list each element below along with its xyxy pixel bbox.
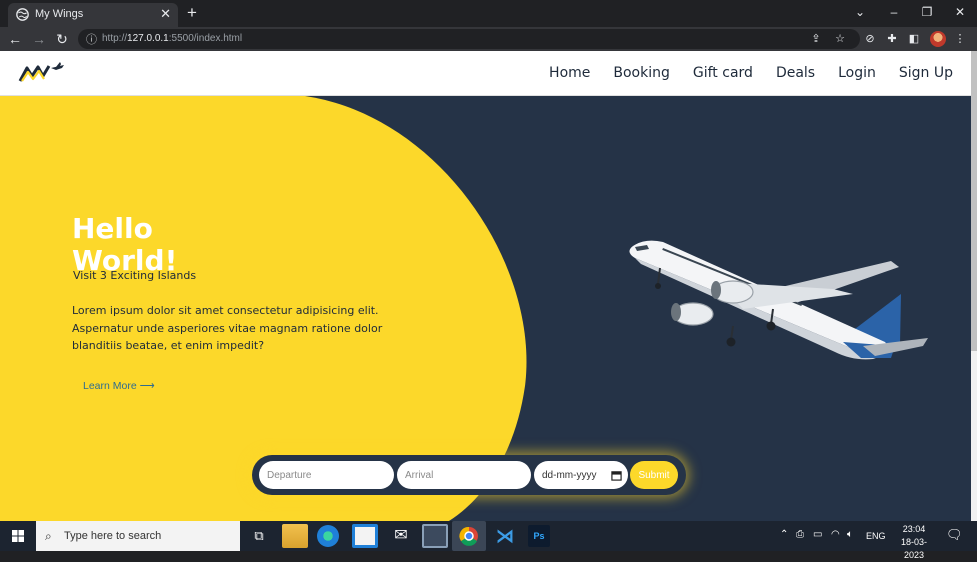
app-window-icon[interactable] (422, 524, 448, 548)
nav-sign-up[interactable]: Sign Up (899, 65, 953, 81)
browser-toolbar: ← → ↻ ⓘ http://127.0.0.1:5500/index.html… (0, 27, 977, 51)
share-icon[interactable]: ⇪ (808, 31, 824, 47)
tray-overflow-chevron-icon[interactable]: ⌃ (780, 529, 788, 540)
reload-icon[interactable]: ↻ (53, 30, 71, 48)
site-header: Home Booking Gift card Deals Login Sign … (0, 51, 971, 96)
edge-browser-icon[interactable] (317, 525, 339, 547)
hero-title: Hello World! (72, 212, 178, 277)
notifications-icon[interactable]: 🗨︎ (946, 527, 963, 543)
clock-time: 23:04 (902, 524, 926, 534)
tab-title: My Wings (35, 8, 84, 20)
flight-search-form: dd-mm-yyyy Submit (252, 455, 686, 495)
learn-more-link[interactable]: Learn More ⟶ (83, 380, 155, 392)
hero-description: Lorem ipsum dolor sit amet consectetur a… (72, 304, 383, 352)
page-viewport: Hello World! Visit 3 Exciting Islands Lo… (0, 51, 977, 521)
site-info-icon[interactable]: ⓘ (86, 31, 97, 47)
meet-now-icon[interactable]: ⎙ (796, 529, 804, 540)
globe-icon (16, 8, 29, 21)
clock-date: 18-03-2023 (900, 537, 927, 560)
volume-icon[interactable]: 🔈︎ (847, 529, 853, 540)
hero-section: Hello World! Visit 3 Exciting Islands Lo… (0, 96, 971, 521)
battery-icon[interactable]: ▭ (813, 529, 822, 540)
browser-tab[interactable]: My Wings ✕ (8, 3, 178, 27)
taskbar-search-text: Type here to search (64, 530, 162, 542)
wifi-icon[interactable]: ◠ (831, 529, 840, 540)
back-arrow-icon[interactable]: ← (6, 30, 24, 48)
taskbar-search[interactable]: ⌕ Type here to search (36, 521, 240, 551)
bookmark-star-icon[interactable]: ☆ (832, 31, 848, 47)
minimize-icon[interactable]: – (879, 3, 909, 21)
extensions-puzzle-icon[interactable]: ✚ (884, 31, 900, 47)
nav-booking[interactable]: Booking (613, 65, 670, 81)
windows-start-icon[interactable] (0, 521, 36, 551)
date-input[interactable]: dd-mm-yyyy (534, 461, 628, 489)
nav-gift-card[interactable]: Gift card (693, 65, 753, 81)
task-view-icon[interactable]: ⧉ (246, 524, 272, 548)
tab-search-chevron-icon[interactable]: ⌄ (845, 3, 875, 21)
submit-button[interactable]: Submit (630, 461, 678, 489)
nav-home[interactable]: Home (549, 65, 590, 81)
file-explorer-icon[interactable] (282, 524, 308, 548)
restore-icon[interactable]: ❐ (912, 3, 942, 21)
extension-compass-icon[interactable]: ⊘ (862, 31, 878, 47)
window-close-icon[interactable]: ✕ (945, 3, 975, 21)
photoshop-icon[interactable]: Ps (528, 525, 550, 547)
chrome-icon (459, 526, 478, 546)
date-placeholder: dd-mm-yyyy (542, 469, 597, 481)
tab-close-icon[interactable]: ✕ (160, 6, 171, 22)
chrome-taskbar-button[interactable] (452, 521, 486, 551)
url-text: http://127.0.0.1:5500/index.html (102, 33, 243, 44)
scroll-thumb[interactable] (971, 51, 977, 351)
nav-deals[interactable]: Deals (776, 65, 815, 81)
browser-tab-strip: My Wings ✕ + ⌄ – ❐ ✕ (0, 0, 977, 27)
browser-menu-icon[interactable]: ⋮ (952, 31, 968, 47)
calendar-icon[interactable] (611, 470, 622, 481)
nav-login[interactable]: Login (838, 65, 876, 81)
forward-arrow-icon[interactable]: → (30, 30, 48, 48)
profile-avatar[interactable] (930, 31, 946, 47)
side-panel-icon[interactable]: ◧ (906, 31, 922, 47)
language-indicator[interactable]: ENG (866, 531, 886, 541)
airplane-image (629, 240, 928, 360)
main-nav: Home Booking Gift card Deals Login Sign … (549, 65, 953, 81)
windows-taskbar: ⌕ Type here to search ⧉ ✉ ⋊ Ps ⌃ ⎙ ▭ ◠ 🔈… (0, 521, 977, 560)
system-clock[interactable]: 23:04 18-03-2023 (892, 523, 936, 562)
address-bar[interactable]: ⓘ http://127.0.0.1:5500/index.html ⇪ ☆ (78, 29, 860, 49)
hero-subtitle: Visit 3 Exciting Islands (73, 269, 197, 282)
departure-input[interactable] (259, 461, 394, 489)
my-wings-logo[interactable] (18, 61, 66, 85)
new-tab-button[interactable]: + (187, 4, 197, 22)
store-icon[interactable] (352, 524, 378, 548)
vscode-icon[interactable]: ⋊ (492, 524, 518, 548)
search-icon: ⌕ (45, 529, 52, 543)
mail-icon[interactable]: ✉ (388, 524, 414, 548)
arrival-input[interactable] (397, 461, 531, 489)
page-scrollbar[interactable] (971, 51, 977, 521)
